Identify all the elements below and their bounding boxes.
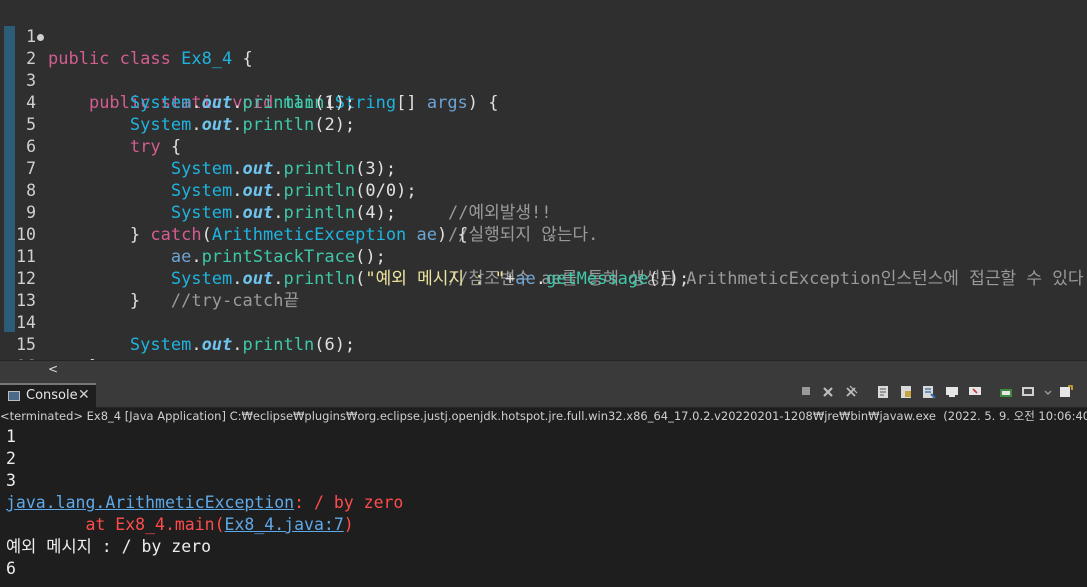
exception-class-link[interactable]: java.lang.ArithmeticException [6,493,294,512]
code-line-14: 14 System.out.println(6); [0,290,1087,355]
code-line-11: 11 System.out.println("예외 메시지 : "+ae.get… [0,224,1087,289]
console-output[interactable]: 1 2 3 java.lang.ArithmeticException: / b… [0,424,1087,587]
tab-console[interactable]: Console ✕ [0,383,96,409]
code-line-7: 7 System.out.println(0/0); //예외발생!! [0,136,1087,223]
tab-console-label: Console [26,388,78,403]
pin-console-icon[interactable] [921,385,937,401]
code-line-2: 2 public static void main(String[] args)… [0,26,1087,113]
code-line-6: 6 System.out.println(3); [0,114,1087,179]
code-editor[interactable]: 1 public class Ex8_4 { 2 public static v… [0,0,1087,360]
stack-trace-prefix: at Ex8_4.main( [6,515,225,534]
remove-all-icon[interactable] [843,385,859,401]
code-line-16: 16 } [0,334,1087,360]
console-line: 예외 메시지 : / by zero [6,537,212,556]
close-icon[interactable]: ✕ [78,387,90,403]
exception-message: : / by zero [294,493,404,512]
console-process-status: <terminated> Ex8_4 [Java Application] C:… [0,408,1087,424]
console-exception-line: java.lang.ArithmeticException: / by zero [6,492,403,514]
chevron-down-icon[interactable] [1040,385,1056,401]
open-console-icon[interactable] [967,385,983,401]
new-console-icon[interactable] [998,385,1014,401]
console-icon [8,391,20,401]
console-line: 3 [6,471,16,490]
console-tab-bar: Console ✕ [0,379,1087,409]
code-line-3: 3 System.out.println(1); [0,48,1087,113]
code-line-4: 4 System.out.println(2); [0,70,1087,135]
console-stack-trace-line: at Ex8_4.main(Ex8_4.java:7) [6,514,354,536]
console-line: 6 [6,559,16,578]
scroll-lock-icon[interactable] [875,385,891,401]
code-line-9: 9 } catch(ArithmeticException ae) { [0,180,1087,245]
stack-trace-suffix: ) [343,515,354,534]
console-menu-icon[interactable] [1020,385,1036,401]
code-line-5: 5 try { [0,92,1087,157]
console-line: 2 [6,449,16,468]
code-line-10: 10 ae.printStackTrace(); //참조변수 ae를 통해 생… [0,202,1087,289]
code-line-13: 13 [0,268,1087,310]
fold-marker-icon[interactable] [37,34,44,41]
display-console-icon[interactable] [944,385,960,401]
stack-trace-link[interactable]: Ex8_4.java:7 [225,515,344,534]
terminate-icon[interactable] [798,385,814,401]
word-wrap-icon[interactable] [898,385,914,401]
remove-launch-icon[interactable] [820,385,836,401]
editor-horizontal-scrollbar[interactable]: < [0,360,1087,379]
code-line-15: 15 } [0,312,1087,360]
code-line-12: 12 } //try-catch끝 [0,246,1087,311]
console-line: 1 [6,427,16,446]
code-line-8: 8 System.out.println(4); //실행되지 않는다. [0,158,1087,245]
view-menu-icon[interactable] [1058,385,1074,401]
scroll-left-arrow-icon[interactable]: < [48,361,58,377]
code-line-1: 1 public class Ex8_4 { [0,4,1087,69]
